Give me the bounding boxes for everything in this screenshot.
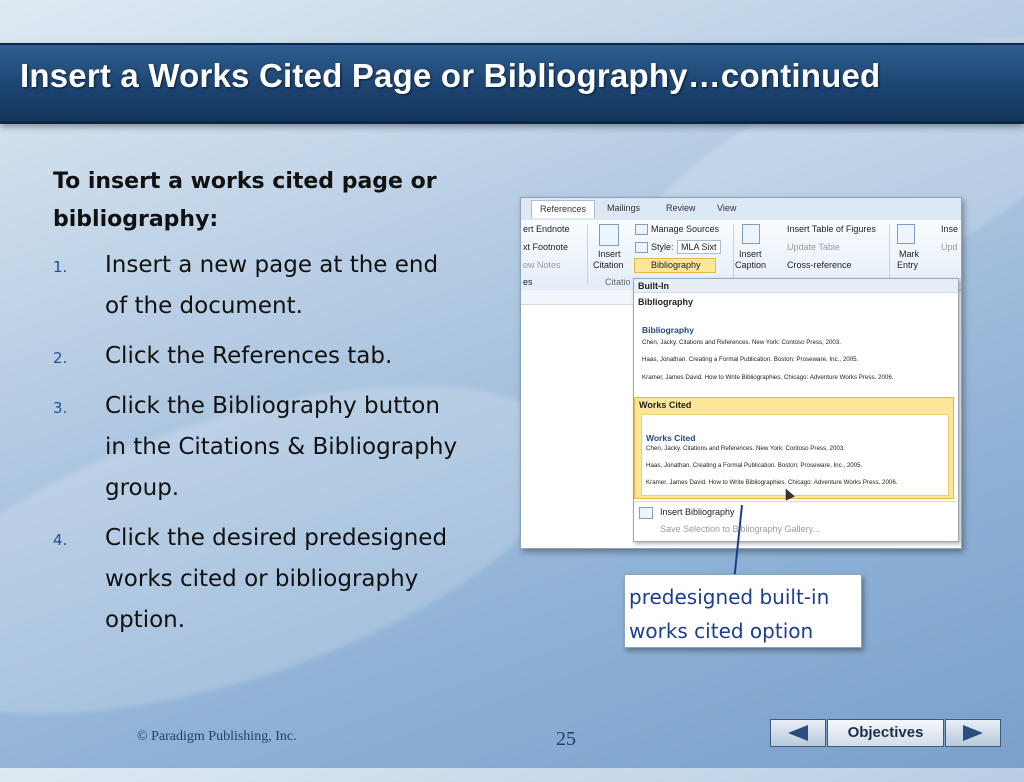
insert-table-of-figures-button[interactable]: Insert Table of Figures <box>787 224 876 234</box>
intro-text: To insert a works cited page or bibliogr… <box>53 169 437 232</box>
step-text: Click the References tab. <box>105 343 393 369</box>
ribbon-separator <box>587 224 588 284</box>
mark-entry-icon <box>897 224 915 244</box>
title-bar: Insert a Works Cited Page or Bibliograph… <box>0 43 1024 124</box>
copyright-text: © Paradigm Publishing, Inc. <box>137 729 297 744</box>
menu-divider <box>634 501 956 502</box>
slide-title: Insert a Works Cited Page or Bibliograph… <box>20 57 881 94</box>
callout-box: predesigned built-in works cited option <box>624 574 862 648</box>
bibliography-preview-title: Bibliography <box>642 325 694 335</box>
builtin-header: Built-In <box>634 279 958 293</box>
manage-sources-button[interactable]: Manage Sources <box>651 224 719 234</box>
step-item: 2. Click the References tab. <box>53 336 463 377</box>
works-cited-option[interactable]: Works Cited Works Cited Chen, Jacky. Cit… <box>634 397 954 499</box>
bibliography-label: Bibliography <box>638 297 694 307</box>
style-select[interactable]: MLA Sixt <box>677 240 721 254</box>
bibliography-entry: Chen, Jacky. Citations and References. N… <box>642 339 842 346</box>
step-number: 3. <box>53 399 68 417</box>
previous-slide-button[interactable] <box>770 719 826 747</box>
step-number: 1. <box>53 258 68 276</box>
ruler <box>521 290 636 305</box>
works-cited-entry: Haas, Jonathan. Creating a Formal Public… <box>646 462 863 469</box>
mark-entry-label[interactable]: Mark <box>899 249 919 259</box>
triangle-left-icon <box>788 725 808 741</box>
page-number: 25 <box>556 728 576 750</box>
callout-text: works cited option <box>629 619 814 643</box>
works-cited-preview: Works Cited Chen, Jacky. Citations and R… <box>641 414 949 496</box>
next-footnote-button[interactable]: xt Footnote <box>523 242 568 252</box>
manage-sources-icon <box>635 224 648 235</box>
insert-bibliography-icon <box>639 507 653 519</box>
word-screenshot: References Mailings Review View ert Endn… <box>520 197 962 549</box>
insert-caption-label[interactable]: Insert <box>739 249 762 259</box>
insert-bibliography-menu-item[interactable]: Insert Bibliography <box>634 505 956 521</box>
ribbon-separator <box>733 224 734 284</box>
step-item: 3. Click the Bibliography button in the … <box>53 386 463 509</box>
bibliography-entry: Kramer, James David. How to Write Biblio… <box>642 374 894 381</box>
save-selection-menu-item[interactable]: Save Selection to Bibliography Gallery..… <box>634 522 956 538</box>
style-label: Style: <box>651 242 674 252</box>
footnotes-group-label: es <box>523 277 533 287</box>
works-cited-entry: Kramer, James David. How to Write Biblio… <box>646 479 898 486</box>
step-text: Insert a new page at the end of the docu… <box>105 252 439 319</box>
slide-content: To insert a works cited page or bibliogr… <box>53 163 463 650</box>
callout-text: predesigned built-in <box>629 585 830 609</box>
bibliography-button[interactable]: Bibliography <box>651 260 701 270</box>
update-table-button[interactable]: Update Table <box>787 242 840 252</box>
insert-caption-label[interactable]: Caption <box>735 260 766 270</box>
tab-review[interactable]: Review <box>666 203 696 213</box>
citations-group-label: Citatio <box>605 277 631 287</box>
style-icon <box>635 242 648 253</box>
objectives-button[interactable]: Objectives <box>827 719 944 747</box>
insert-index-button[interactable]: Inse <box>941 224 958 234</box>
works-cited-entry: Chen, Jacky. Citations and References. N… <box>646 445 846 452</box>
insert-citation-icon <box>599 224 619 246</box>
insert-caption-icon <box>742 224 760 244</box>
works-cited-preview-title: Works Cited <box>646 433 696 443</box>
insert-bibliography-label: Insert Bibliography <box>660 507 735 517</box>
triangle-right-icon <box>963 725 983 741</box>
cross-reference-button[interactable]: Cross-reference <box>787 260 852 270</box>
step-text: Click the Bibliography button in the Cit… <box>105 393 458 501</box>
mark-entry-label[interactable]: Entry <box>897 260 918 270</box>
works-cited-label: Works Cited <box>639 400 692 410</box>
step-item: 4. Click the desired predesigned works c… <box>53 518 463 641</box>
show-notes-button[interactable]: ow Notes <box>523 260 561 270</box>
bibliography-option[interactable]: Bibliography Chen, Jacky. Citations and … <box>634 315 956 391</box>
step-text: Click the desired predesigned works cite… <box>105 525 448 633</box>
update-index-button[interactable]: Upd <box>941 242 958 252</box>
insert-citation-label[interactable]: Insert <box>598 249 621 259</box>
insert-endnote-button[interactable]: ert Endnote <box>523 224 570 234</box>
ruler-border <box>521 304 636 305</box>
ribbon-separator <box>889 224 890 284</box>
step-number: 4. <box>53 531 68 549</box>
bibliography-dropdown: Built-In Bibliography Bibliography Chen,… <box>633 278 959 542</box>
tab-view[interactable]: View <box>717 203 736 213</box>
ribbon-tab-bar: References Mailings Review View <box>521 198 961 221</box>
next-slide-button[interactable] <box>945 719 1001 747</box>
tab-references[interactable]: References <box>531 200 596 218</box>
objectives-label: Objectives <box>847 724 924 741</box>
insert-citation-label[interactable]: Citation <box>593 260 624 270</box>
bibliography-entry: Haas, Jonathan. Creating a Formal Public… <box>642 356 859 363</box>
tab-mailings[interactable]: Mailings <box>607 203 640 213</box>
step-item: 1. Insert a new page at the end of the d… <box>53 245 463 327</box>
step-number: 2. <box>53 349 68 367</box>
